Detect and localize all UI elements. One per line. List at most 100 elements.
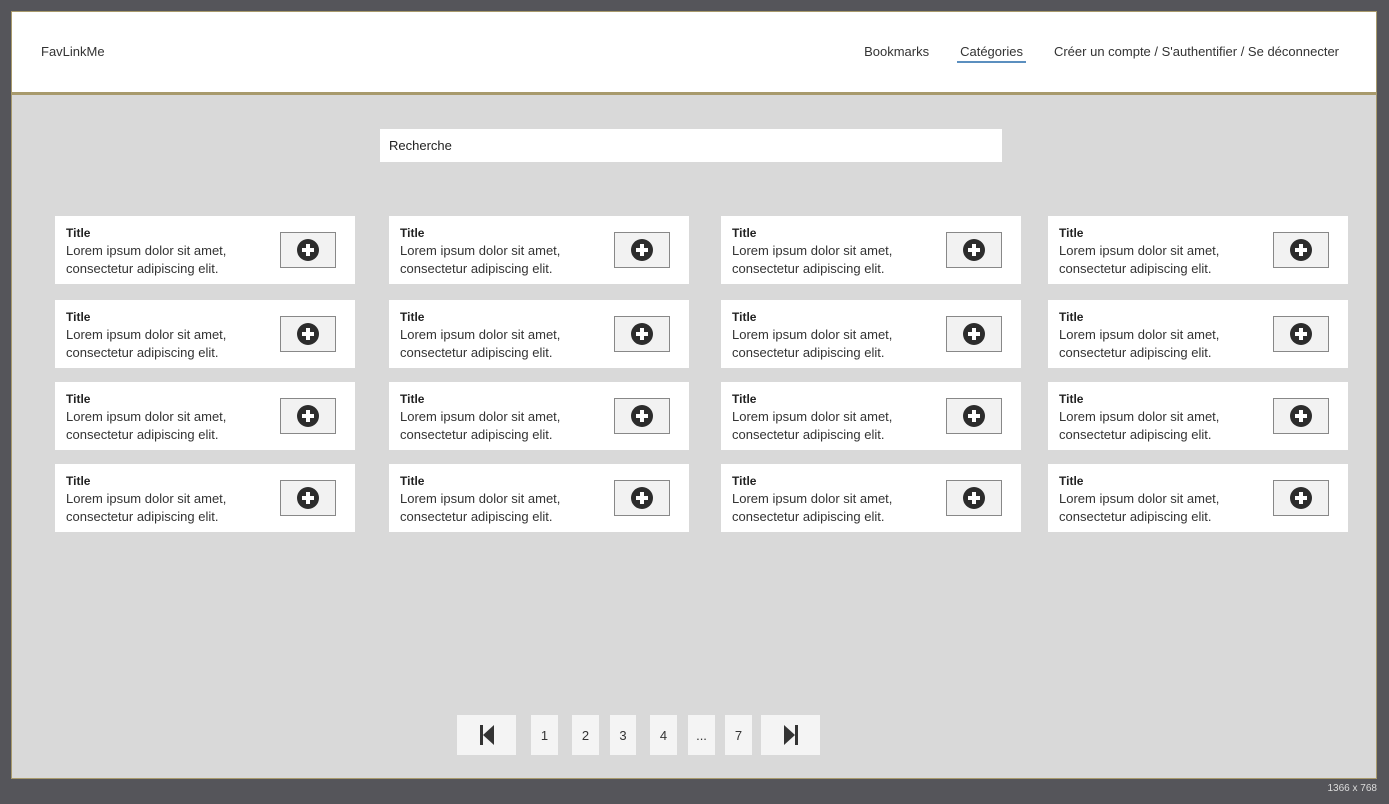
plus-circle-icon [631, 323, 653, 345]
card-description-line: consectetur adipiscing elit. [66, 427, 219, 442]
card-description-line: consectetur adipiscing elit. [1059, 509, 1212, 524]
card-description: Lorem ipsum dolor sit amet, consectetur a… [732, 242, 932, 278]
add-button[interactable] [280, 398, 336, 434]
page-button[interactable]: 3 [610, 715, 636, 755]
card-title: Title [1059, 392, 1084, 406]
card-description-line: consectetur adipiscing elit. [732, 261, 885, 276]
plus-circle-icon [297, 487, 319, 509]
card-description-line: consectetur adipiscing elit. [400, 345, 553, 360]
card-title: Title [1059, 474, 1084, 488]
card-description: Lorem ipsum dolor sit amet, consectetur a… [1059, 490, 1259, 526]
card-description-line: Lorem ipsum dolor sit amet, [400, 243, 561, 258]
add-button[interactable] [1273, 232, 1329, 268]
card-description-line: Lorem ipsum dolor sit amet, [732, 491, 893, 506]
category-card: Title Lorem ipsum dolor sit amet, consecte… [721, 216, 1021, 284]
card-description: Lorem ipsum dolor sit amet, consectetur a… [732, 490, 932, 526]
card-description-line: Lorem ipsum dolor sit amet, [400, 491, 561, 506]
plus-circle-icon [297, 239, 319, 261]
page-button[interactable]: 7 [725, 715, 752, 755]
card-title: Title [66, 310, 91, 324]
add-button[interactable] [946, 232, 1002, 268]
card-description-line: consectetur adipiscing elit. [732, 345, 885, 360]
page-button[interactable]: ... [688, 715, 715, 755]
card-description-line: Lorem ipsum dolor sit amet, [66, 491, 227, 506]
card-description-line: consectetur adipiscing elit. [732, 509, 885, 524]
category-card: Title Lorem ipsum dolor sit amet, consecte… [1048, 382, 1348, 450]
card-description-line: Lorem ipsum dolor sit amet, [400, 327, 561, 342]
add-button[interactable] [1273, 398, 1329, 434]
first-page-button[interactable] [457, 715, 516, 755]
main-nav: Bookmarks Catégories Créer un compte / S… [864, 44, 1339, 63]
category-card: Title Lorem ipsum dolor sit amet, consecte… [389, 216, 689, 284]
card-description-line: Lorem ipsum dolor sit amet, [732, 327, 893, 342]
card-title: Title [66, 226, 91, 240]
card-description: Lorem ipsum dolor sit amet, consectetur a… [400, 326, 600, 362]
card-title: Title [66, 392, 91, 406]
plus-circle-icon [1290, 405, 1312, 427]
card-description: Lorem ipsum dolor sit amet, consectetur a… [732, 408, 932, 444]
plus-circle-icon [297, 323, 319, 345]
category-card: Title Lorem ipsum dolor sit amet, consecte… [55, 300, 355, 368]
add-button[interactable] [280, 480, 336, 516]
add-button[interactable] [614, 398, 670, 434]
card-description-line: Lorem ipsum dolor sit amet, [66, 409, 227, 424]
plus-circle-icon [963, 405, 985, 427]
plus-circle-icon [1290, 487, 1312, 509]
card-description-line: Lorem ipsum dolor sit amet, [1059, 327, 1220, 342]
card-description: Lorem ipsum dolor sit amet, consectetur a… [732, 326, 932, 362]
card-title: Title [400, 310, 425, 324]
card-description-line: Lorem ipsum dolor sit amet, [66, 327, 227, 342]
search-input[interactable]: Recherche [380, 129, 1002, 162]
plus-circle-icon [963, 239, 985, 261]
add-button[interactable] [280, 232, 336, 268]
top-navigation-bar: FavLinkMe Bookmarks Catégories Créer un … [12, 12, 1376, 95]
card-description: Lorem ipsum dolor sit amet, consectetur a… [400, 408, 600, 444]
page-button[interactable]: 4 [650, 715, 677, 755]
card-description: Lorem ipsum dolor sit amet, consectetur a… [400, 242, 600, 278]
page-button[interactable]: 1 [531, 715, 558, 755]
category-card: Title Lorem ipsum dolor sit amet, consecte… [55, 382, 355, 450]
card-title: Title [1059, 310, 1084, 324]
add-button[interactable] [614, 232, 670, 268]
card-description-line: Lorem ipsum dolor sit amet, [1059, 243, 1220, 258]
category-card: Title Lorem ipsum dolor sit amet, consecte… [721, 300, 1021, 368]
card-description-line: Lorem ipsum dolor sit amet, [1059, 491, 1220, 506]
add-button[interactable] [1273, 316, 1329, 352]
card-description-line: consectetur adipiscing elit. [66, 345, 219, 360]
add-button[interactable] [946, 398, 1002, 434]
add-button[interactable] [1273, 480, 1329, 516]
card-description-line: consectetur adipiscing elit. [1059, 345, 1212, 360]
add-button[interactable] [614, 316, 670, 352]
add-button[interactable] [946, 316, 1002, 352]
app-window: FavLinkMe Bookmarks Catégories Créer un … [11, 11, 1377, 779]
category-card: Title Lorem ipsum dolor sit amet, consecte… [389, 300, 689, 368]
category-card: Title Lorem ipsum dolor sit amet, consecte… [1048, 464, 1348, 532]
last-page-button[interactable] [761, 715, 820, 755]
nav-bookmarks[interactable]: Bookmarks [864, 44, 929, 63]
card-title: Title [400, 392, 425, 406]
card-description-line: consectetur adipiscing elit. [66, 261, 219, 276]
card-description: Lorem ipsum dolor sit amet, consectetur a… [1059, 326, 1259, 362]
plus-circle-icon [631, 239, 653, 261]
card-title: Title [66, 474, 91, 488]
page-button[interactable]: 2 [572, 715, 599, 755]
plus-circle-icon [963, 487, 985, 509]
resolution-label: 1366 x 768 [1327, 783, 1378, 794]
plus-circle-icon [631, 405, 653, 427]
add-button[interactable] [614, 480, 670, 516]
card-title: Title [400, 474, 425, 488]
nav-account[interactable]: Créer un compte / S'authentifier / Se dé… [1054, 44, 1339, 63]
card-title: Title [732, 392, 757, 406]
add-button[interactable] [280, 316, 336, 352]
plus-circle-icon [1290, 239, 1312, 261]
card-description-line: consectetur adipiscing elit. [400, 427, 553, 442]
nav-categories[interactable]: Catégories [957, 44, 1026, 63]
category-card: Title Lorem ipsum dolor sit amet, consecte… [1048, 216, 1348, 284]
add-button[interactable] [946, 480, 1002, 516]
card-title: Title [1059, 226, 1084, 240]
card-title: Title [732, 226, 757, 240]
category-card: Title Lorem ipsum dolor sit amet, consecte… [1048, 300, 1348, 368]
category-card: Title Lorem ipsum dolor sit amet, consecte… [721, 464, 1021, 532]
last-page-icon [783, 725, 798, 745]
brand-logo[interactable]: FavLinkMe [41, 44, 105, 59]
